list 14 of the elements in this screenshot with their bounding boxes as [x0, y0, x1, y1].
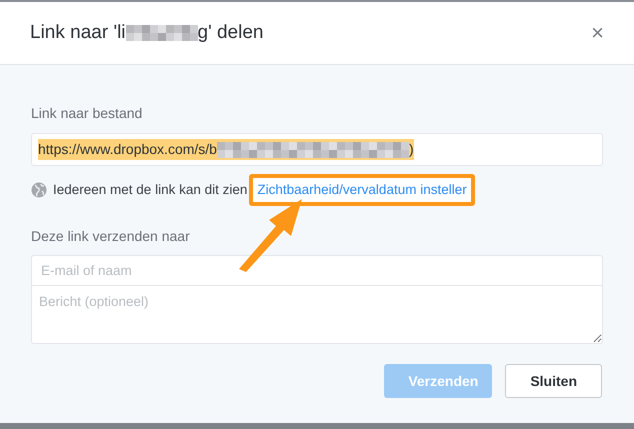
- email-field[interactable]: E-mail of naam: [31, 255, 603, 286]
- dialog-title: g' delen: [198, 20, 264, 45]
- close-button[interactable]: ×: [591, 22, 604, 44]
- link-field[interactable]: https://www.dropbox.com/s/b ): [31, 133, 603, 166]
- globe-icon: [31, 182, 47, 198]
- link-url: ): [408, 140, 414, 159]
- dialog-title: Link naar 'li: [30, 20, 126, 45]
- message-field[interactable]: Bericht (optioneel): [31, 286, 603, 344]
- field-label: Link naar bestand: [31, 104, 144, 123]
- visibility-text: Iedereen met de link kan dit zien: [53, 181, 248, 199]
- close-button[interactable]: Sluiten: [505, 364, 602, 398]
- field-label: Deze link verzenden naar: [31, 227, 191, 246]
- visibility-link[interactable]: Zichtbaarheid/vervaldatum insteller: [249, 174, 475, 206]
- link-url: https://www.dropbox.com/s/b: [38, 140, 217, 159]
